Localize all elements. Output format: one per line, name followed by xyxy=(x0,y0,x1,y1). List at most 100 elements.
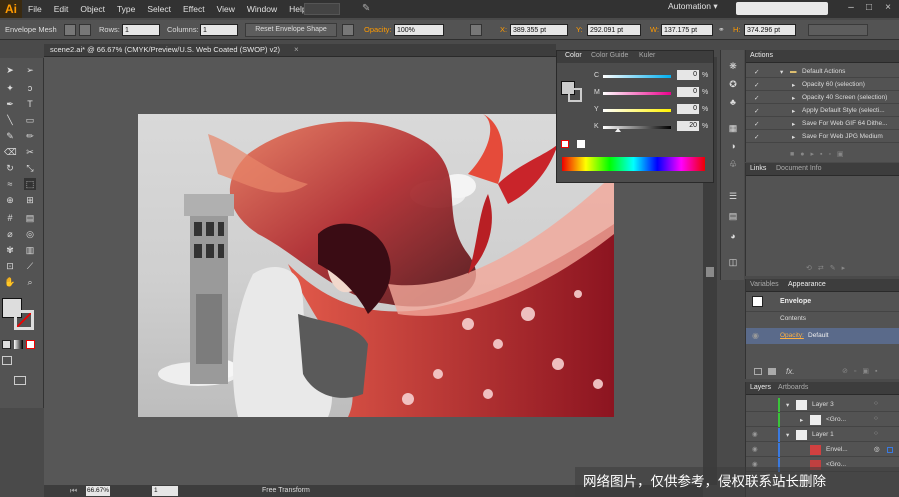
mesh-icon[interactable] xyxy=(64,24,76,36)
new-fill-icon[interactable] xyxy=(768,368,776,375)
warp-icon[interactable] xyxy=(79,24,91,36)
rotate-tool-icon[interactable]: ↻ xyxy=(4,162,16,174)
mesh-tool-icon[interactable]: # xyxy=(4,212,16,224)
type-tool-icon[interactable]: T xyxy=(24,98,36,110)
y-field[interactable]: 292.091 pt xyxy=(587,24,641,36)
variables-tab[interactable]: Variables xyxy=(750,281,779,288)
navigator-icon[interactable]: ◫ xyxy=(727,256,739,268)
black-value[interactable]: 20 xyxy=(677,121,699,131)
layer-row[interactable]: ▾ Layer 3 ○ xyxy=(746,398,899,412)
magenta-slider[interactable] xyxy=(603,92,671,95)
menu-view[interactable]: View xyxy=(211,0,241,18)
blend-tool-icon[interactable]: ◎ xyxy=(24,228,36,240)
close-document-icon[interactable]: × xyxy=(294,45,299,54)
opacity-label[interactable]: Opacity: xyxy=(364,24,392,36)
visibility-icon[interactable]: ◉ xyxy=(752,445,758,453)
expand-icon[interactable]: ▸ xyxy=(792,120,795,128)
x-field[interactable]: 389.355 pt xyxy=(510,24,568,36)
minimize-icon[interactable]: – xyxy=(844,2,858,14)
black-slider[interactable] xyxy=(603,126,671,129)
column-graph-tool-icon[interactable]: ▥ xyxy=(24,244,36,256)
action-row[interactable]: ✓ ▸ Save For Web GIF 64 Dithe... xyxy=(746,118,899,130)
target-icon[interactable]: ○ xyxy=(874,400,878,407)
target-icon[interactable]: ○ xyxy=(874,430,878,437)
artboard-page-field[interactable]: 1 xyxy=(152,486,178,496)
rows-stepper[interactable]: 1 xyxy=(122,24,160,36)
shape-builder-tool-icon[interactable]: ⊕ xyxy=(4,194,16,206)
appearance-tab[interactable]: Appearance xyxy=(788,281,826,288)
artboard-illustration[interactable] xyxy=(138,114,614,417)
draw-normal-icon[interactable] xyxy=(2,356,12,365)
document-tab[interactable]: scene2.ai* @ 66.67% (CMYK/Preview/U.S. W… xyxy=(44,44,556,57)
symbols-icon[interactable]: ♣ xyxy=(727,96,739,108)
workspace-switcher[interactable]: Automation ▾ xyxy=(668,1,718,12)
menu-window[interactable]: Window xyxy=(241,0,283,18)
links-toolbar[interactable]: ⟲⇄✎▸ xyxy=(806,264,896,272)
layer-row[interactable]: ◉ Envel... ◎ xyxy=(746,443,899,457)
menu-object[interactable]: Object xyxy=(74,0,111,18)
color-spectrum[interactable] xyxy=(562,157,705,171)
brushes-icon[interactable]: ❋ xyxy=(727,60,739,72)
status-mode[interactable]: Free Transform xyxy=(262,487,310,494)
target-icon[interactable]: ○ xyxy=(874,415,878,422)
scroll-thumb[interactable] xyxy=(706,267,714,277)
warp-tool-icon[interactable]: ≈ xyxy=(4,178,16,190)
none-swatch[interactable] xyxy=(561,140,569,148)
visibility-icon[interactable]: ◉ xyxy=(752,430,758,438)
check-icon[interactable]: ✓ xyxy=(754,107,759,115)
target-icon[interactable]: ◎ xyxy=(874,445,880,453)
selection-indicator[interactable] xyxy=(887,447,893,453)
links-tab[interactable]: Links xyxy=(750,165,766,172)
layer-row[interactable]: ▸ <Gro... ○ xyxy=(746,413,899,427)
expand-icon[interactable]: ▾ xyxy=(780,68,783,76)
lasso-tool-icon[interactable]: ↄ xyxy=(24,82,36,94)
free-transform-tool-icon[interactable]: ⬚ xyxy=(24,178,36,190)
menu-file[interactable]: File xyxy=(22,0,48,18)
w-field[interactable]: 137.175 pt xyxy=(661,24,713,36)
reference-point-icon[interactable] xyxy=(470,24,482,36)
none-mode-icon[interactable] xyxy=(26,340,35,349)
menu-effect[interactable]: Effect xyxy=(177,0,211,18)
visibility-icon[interactable]: ◉ xyxy=(752,331,759,340)
gradient-tool-icon[interactable]: ▤ xyxy=(24,212,36,224)
selection-tool-icon[interactable]: ➤ xyxy=(4,64,16,76)
panel-stroke-swatch[interactable] xyxy=(568,88,582,102)
appearance-opacity-row[interactable]: ◉ Opacity: Default xyxy=(746,328,899,344)
bridge-button[interactable] xyxy=(304,3,340,15)
expand-icon[interactable]: ▾ xyxy=(786,401,789,409)
action-row[interactable]: ✓ ▸ Apply Default Style (selecti... xyxy=(746,105,899,117)
pencil-tool-icon[interactable]: ✏ xyxy=(24,130,36,142)
columns-stepper[interactable]: 1 xyxy=(200,24,238,36)
scale-tool-icon[interactable]: ⤡ xyxy=(24,162,36,174)
graphic-styles-icon[interactable]: ✪ xyxy=(727,78,739,90)
eyedropper-tool-icon[interactable]: ⌀ xyxy=(4,228,16,240)
transform-controls[interactable] xyxy=(808,24,868,36)
action-row[interactable]: ✓ ▸ Opacity 40 Screen (selection) xyxy=(746,92,899,104)
cyan-slider[interactable] xyxy=(603,75,671,78)
actions-tab[interactable]: Actions xyxy=(750,52,773,59)
document-info-tab[interactable]: Document Info xyxy=(776,165,822,172)
expand-icon[interactable]: ▸ xyxy=(792,133,795,141)
zoom-tool-icon[interactable]: ⌕ xyxy=(24,276,36,288)
expand-icon[interactable]: ▸ xyxy=(800,416,803,424)
check-icon[interactable]: ✓ xyxy=(754,94,759,102)
reset-envelope-button[interactable]: Reset Envelope Shape xyxy=(245,23,337,37)
close-window-icon[interactable]: × xyxy=(881,2,895,14)
stroke-icon[interactable]: ☰ xyxy=(727,190,739,202)
action-row[interactable]: ✓ ▸ Opacity 60 (selection) xyxy=(746,79,899,91)
paintbrush-tool-icon[interactable]: ✎ xyxy=(4,130,16,142)
gradient-panel-icon[interactable]: ▤ xyxy=(727,210,739,222)
white-swatch[interactable] xyxy=(577,140,585,148)
layer-row[interactable]: ◉ ▾ Layer 1 ○ xyxy=(746,428,899,442)
scissors-tool-icon[interactable]: ✂ xyxy=(24,146,36,158)
hand-tool-icon[interactable]: ✋ xyxy=(4,276,16,288)
expand-icon[interactable]: ▸ xyxy=(792,107,795,115)
help-search-input[interactable] xyxy=(736,2,828,15)
symbol-sprayer-tool-icon[interactable]: ✾ xyxy=(4,244,16,256)
envelope-options-icon[interactable] xyxy=(342,24,354,36)
gradient-mode-icon[interactable] xyxy=(14,340,23,349)
h-field[interactable]: 374.296 pt xyxy=(744,24,796,36)
slice-tool-icon[interactable]: ⟋ xyxy=(24,260,36,272)
opacity-input[interactable]: 100% xyxy=(394,24,444,36)
menu-select[interactable]: Select xyxy=(141,0,177,18)
